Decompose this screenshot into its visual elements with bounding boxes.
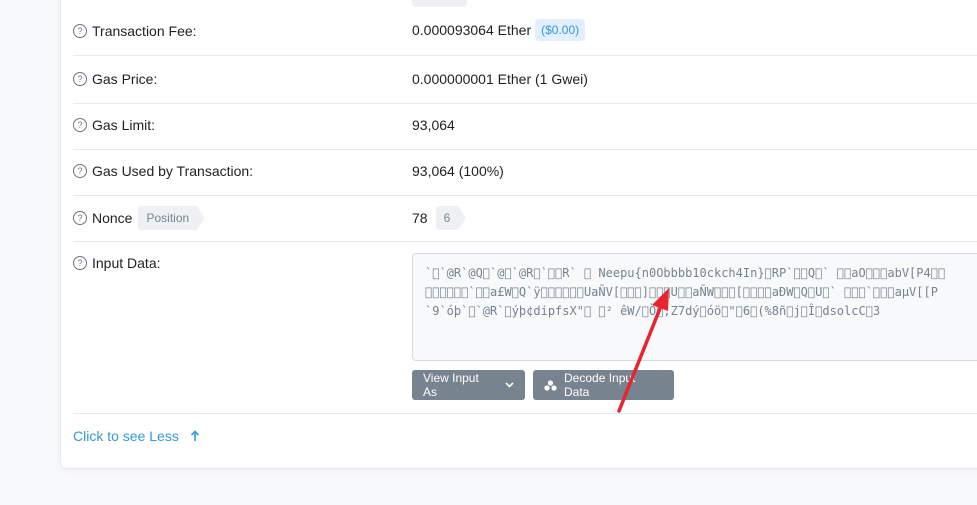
question-circle-icon[interactable]: ? — [73, 118, 87, 132]
see-less-label: Click to see Less — [73, 428, 179, 444]
gas-limit-label: ? Gas Limit: — [73, 117, 155, 133]
input-data-textarea[interactable]: ` `@R`@Q `@ `@R `  R`   Neepu{n0Obbbb10c… — [412, 253, 977, 361]
input-line-1: ` `@R`@Q `@ `@R `  R`   Neepu{n0Obbbb10c… — [425, 266, 946, 280]
gas-limit-label-text: Gas Limit: — [92, 117, 156, 133]
input-data-label-text: Input Data: — [92, 255, 161, 271]
fee-value: 0.000093064 Ether ($0.00) — [412, 19, 586, 41]
fee-ether: 0.000093064 Ether — [412, 22, 532, 38]
gas-price-label-text: Gas Price: — [92, 71, 158, 87]
gas-used-value: 93,064 (100%) — [412, 163, 504, 179]
row-gas-used: ? Gas Used by Transaction: 93,064 (100%) — [73, 149, 977, 196]
gas-price-label: ? Gas Price: — [73, 71, 157, 87]
nonce-label: ? Nonce Position — [73, 206, 205, 230]
fee-usd-badge: ($0.00) — [535, 19, 586, 41]
decode-input-data-label: Decode Input Data — [564, 371, 636, 399]
view-input-as-button[interactable]: View Input As — [412, 370, 525, 400]
input-line-2:       `  a£W Q`ÿ      UaÑV[   ]   U  aÑW… — [425, 285, 938, 299]
arrow-up-icon — [190, 430, 200, 442]
row-gas-price: ? Gas Price: 0.000000001 Ether (1 Gwei) — [73, 55, 977, 104]
decode-input-data-button[interactable]: Decode Input Data — [533, 370, 674, 400]
gas-used-label: ? Gas Used by Transaction: — [73, 163, 253, 179]
nonce-value: 78 6 — [412, 206, 466, 230]
gas-limit-value: 93,064 — [412, 117, 455, 133]
position-badge: Position — [138, 206, 205, 230]
gas-used-label-text: Gas Used by Transaction: — [92, 163, 254, 179]
transaction-details-card: ? Transaction Fee: 0.000093064 Ether ($0… — [60, 0, 977, 469]
input-data-label: ? Input Data: — [73, 255, 161, 271]
question-circle-icon[interactable]: ? — [73, 164, 87, 178]
truncated-badge — [412, 0, 467, 7]
fee-label: ? Transaction Fee: — [73, 23, 197, 39]
question-circle-icon[interactable]: ? — [73, 72, 87, 86]
cubes-icon — [544, 379, 557, 391]
question-circle-icon[interactable]: ? — [73, 211, 87, 225]
gas-price-value: 0.000000001 Ether (1 Gwei) — [412, 71, 588, 87]
row-nonce: ? Nonce Position 78 6 — [73, 195, 977, 242]
row-transaction-fee: ? Transaction Fee: 0.000093064 Ether ($0… — [73, 7, 977, 56]
question-circle-icon[interactable]: ? — [73, 256, 87, 270]
question-circle-icon[interactable]: ? — [73, 24, 87, 38]
nonce-label-text: Nonce — [92, 210, 133, 226]
click-to-see-less-link[interactable]: Click to see Less — [73, 428, 200, 444]
view-input-as-label: View Input As — [423, 371, 479, 399]
row-gas-limit: ? Gas Limit: 93,064 — [73, 103, 977, 150]
position-number-badge: 6 — [435, 206, 466, 230]
chevron-down-icon — [505, 382, 514, 388]
fee-label-text: Transaction Fee: — [92, 23, 197, 39]
nonce-number: 78 — [412, 210, 428, 226]
input-line-3: `9`óþ` `@R` ýþ¢dipfsX"   ² êW/ Ö ;Z7dý ó… — [425, 304, 881, 318]
